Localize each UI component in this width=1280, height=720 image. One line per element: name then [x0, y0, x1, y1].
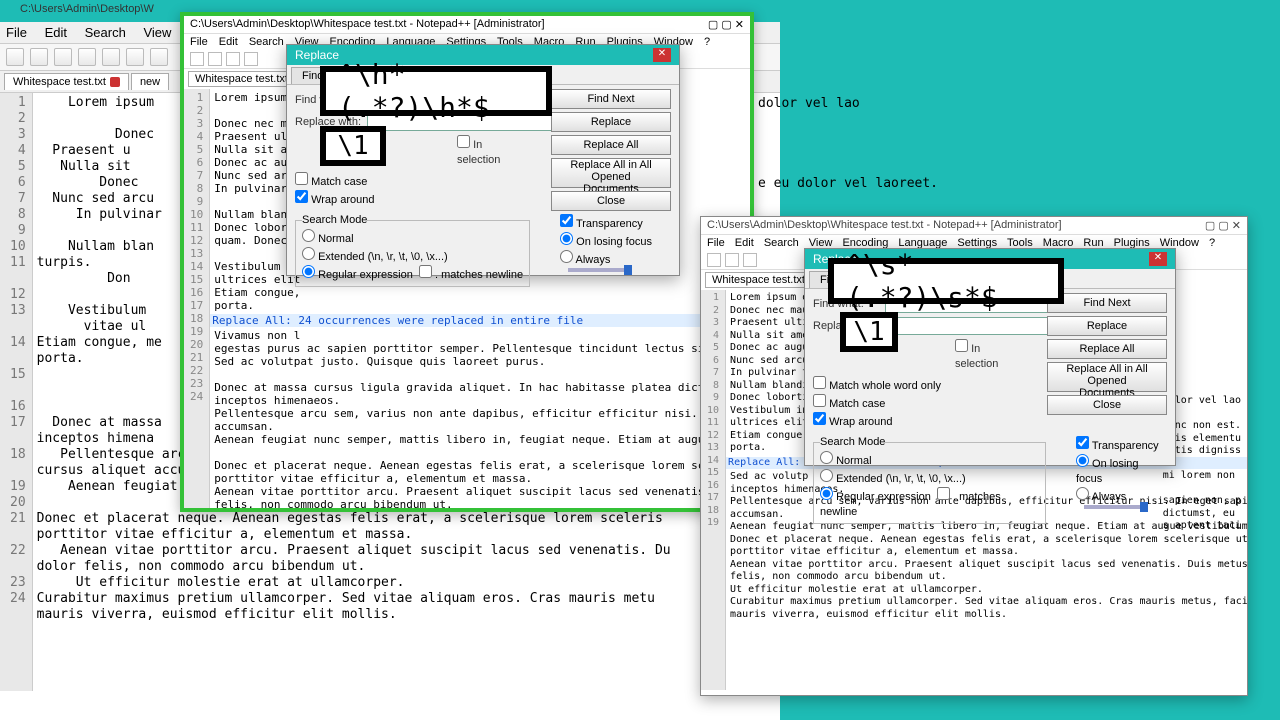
close-icon[interactable]: ✕ [1149, 252, 1167, 266]
transparency-always[interactable]: Always [1076, 487, 1167, 505]
code-after-status: Vivamus non l egestas purus ac sapien po… [210, 327, 750, 509]
toolbar-icon[interactable] [725, 253, 739, 267]
menu-edit[interactable]: Edit [219, 36, 238, 48]
transparency-group: Transparency On losing focus Always [1076, 436, 1167, 524]
toolbar-icon[interactable] [743, 253, 757, 267]
replace-all-docs-button[interactable]: Replace All in All Opened Documents [551, 158, 671, 188]
menu-search[interactable]: Search [764, 237, 799, 249]
tab-label: new [140, 76, 160, 88]
toolbar-icon[interactable] [226, 52, 240, 66]
open-file-icon[interactable] [30, 48, 48, 66]
print-icon[interactable] [102, 48, 120, 66]
save-all-icon[interactable] [78, 48, 96, 66]
close-icon[interactable] [110, 77, 120, 87]
window-controls[interactable]: ▢ ▢ ✕ [708, 18, 744, 31]
button-column: Find Next Replace Replace All Replace Al… [551, 89, 671, 211]
tab-new[interactable]: new [131, 73, 169, 90]
replace-all-button[interactable]: Replace All [1047, 339, 1167, 359]
search-mode-group: Search Mode Normal Extended (\n, \r, \t,… [295, 214, 530, 287]
in-selection-check[interactable]: In selection [457, 135, 525, 168]
close-button[interactable]: Close [1047, 395, 1167, 415]
window-title: C:\Users\Admin\Desktop\Whitespace test.t… [707, 219, 1062, 232]
replace-all-button[interactable]: Replace All [551, 135, 671, 155]
find-next-button[interactable]: Find Next [551, 89, 671, 109]
tab-label: Whitespace test.txt [195, 73, 288, 85]
visible-overflow-text: dolor vel lao e eu dolor vel laoreet. [758, 80, 938, 192]
dot-newline-check[interactable] [937, 487, 950, 500]
tab-label: Whitespace test.txt [13, 76, 106, 88]
menu-help[interactable]: ? [1209, 237, 1215, 249]
menu-edit[interactable]: Edit [735, 237, 754, 249]
tab-whitespace-test[interactable]: Whitespace test.txt [4, 73, 129, 90]
search-mode-legend: Search Mode [302, 214, 367, 226]
replace-all-docs-button[interactable]: Replace All in All Opened Documents [1047, 362, 1167, 392]
button-column: Find Next Replace Replace All Replace Al… [1047, 293, 1167, 415]
transparency-onlosing[interactable]: On losing focus [1076, 454, 1167, 487]
titlebar: C:\Users\Admin\Desktop\Whitespace test.t… [184, 16, 750, 34]
window-title: C:\Users\Admin\Desktop\W [20, 3, 154, 15]
menu-edit[interactable]: Edit [45, 25, 67, 40]
mode-regex[interactable]: Regular expression . matches newline [302, 265, 523, 283]
cut-icon[interactable] [126, 48, 144, 66]
toolbar-icon[interactable] [208, 52, 222, 66]
menu-file[interactable]: File [6, 25, 27, 40]
mode-normal[interactable]: Normal [820, 451, 1039, 469]
close-icon[interactable]: ✕ [653, 48, 671, 62]
menu-search[interactable]: Search [85, 25, 126, 40]
mode-normal[interactable]: Normal [302, 229, 523, 247]
mode-regex[interactable]: Regular expression . matches newline [820, 487, 1039, 520]
line-numbers: 1 2 3 4 5 6 7 8 9 10 11 12 13 14 15 16 1… [184, 89, 210, 509]
transparency-check[interactable]: Transparency [1076, 436, 1167, 454]
menu-help[interactable]: ? [704, 36, 710, 48]
transparency-check[interactable]: Transparency [560, 214, 652, 232]
line-numbers: 1 2 3 4 5 6 7 8 9 10 11 12 13 14 15 16 1… [701, 290, 726, 690]
transparency-always[interactable]: Always [560, 250, 652, 268]
search-mode-group: Search Mode Normal Extended (\n, \r, \t,… [813, 436, 1046, 524]
menu-view[interactable]: View [143, 25, 171, 40]
mode-extended[interactable]: Extended (\n, \r, \t, \0, \x...) [820, 469, 1039, 487]
toolbar-icon[interactable] [244, 52, 258, 66]
save-icon[interactable] [54, 48, 72, 66]
menu-file[interactable]: File [707, 237, 725, 249]
copy-icon[interactable] [150, 48, 168, 66]
callout-find-regex-s: ^\s*(.*?)\s*$ [828, 258, 1064, 304]
dot-newline-check[interactable] [419, 265, 432, 278]
replace-button[interactable]: Replace [551, 112, 671, 132]
find-next-button[interactable]: Find Next [1047, 293, 1167, 313]
new-file-icon[interactable] [6, 48, 24, 66]
mode-extended[interactable]: Extended (\n, \r, \t, \0, \x...) [302, 247, 523, 265]
dialog-title: Replace [295, 48, 339, 62]
titlebar: C:\Users\Admin\Desktop\Whitespace test.t… [701, 217, 1247, 235]
menu-search[interactable]: Search [249, 36, 284, 48]
search-mode-legend: Search Mode [820, 436, 885, 448]
close-button[interactable]: Close [551, 191, 671, 211]
window-controls[interactable]: ▢ ▢ ✕ [1205, 219, 1241, 232]
toolbar-icon[interactable] [190, 52, 204, 66]
replace-button[interactable]: Replace [1047, 316, 1167, 336]
transparency-slider[interactable] [1084, 505, 1144, 509]
callout-replace-s: \1 [840, 312, 898, 352]
transparency-onlosing[interactable]: On losing focus [560, 232, 652, 250]
callout-find-regex-h: ^\h*(.*?)\h*$ [320, 66, 552, 116]
line-numbers: 1 2 3 4 5 6 7 8 9 10 11 12 13 14 15 16 1… [0, 93, 33, 691]
tab-label: Whitespace test.txt [712, 274, 805, 286]
transparency-slider[interactable] [568, 268, 628, 272]
callout-replace-h: \1 [320, 126, 386, 166]
replace-all-status: Replace All: 24 occurrences were replace… [210, 314, 750, 327]
window-title: C:\Users\Admin\Desktop\Whitespace test.t… [190, 18, 545, 31]
transparency-group: Transparency On losing focus Always [560, 214, 652, 287]
toolbar-icon[interactable] [707, 253, 721, 267]
in-selection-check[interactable]: In selection [955, 339, 1023, 372]
menu-file[interactable]: File [190, 36, 208, 48]
